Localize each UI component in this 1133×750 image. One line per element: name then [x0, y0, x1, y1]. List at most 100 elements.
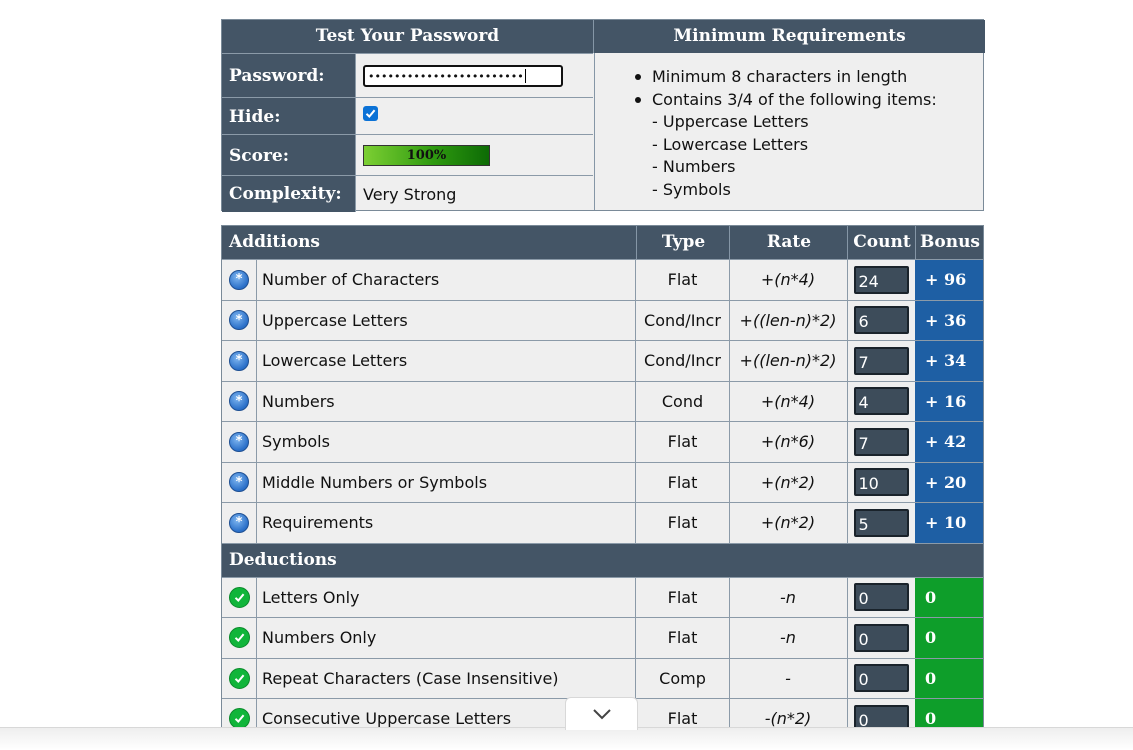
- row-icon-cell: *: [222, 462, 257, 502]
- row-name: Letters Only: [257, 577, 636, 617]
- row-icon-cell: *: [222, 422, 257, 462]
- password-input[interactable]: ••••••••••••••••••••••••: [363, 65, 563, 87]
- row-bonus: + 10: [915, 503, 983, 543]
- row-icon-cell: [222, 658, 257, 698]
- plus-circle-icon[interactable]: *: [229, 512, 249, 533]
- row-icon-cell: *: [222, 381, 257, 421]
- chevron-down-icon: [592, 709, 611, 720]
- requirement-item: Contains 3/4 of the following items:: [652, 89, 937, 109]
- row-bonus: 0: [915, 618, 983, 658]
- count-field[interactable]: 24: [853, 265, 909, 294]
- check-circle-icon[interactable]: [228, 627, 250, 649]
- count-field[interactable]: 0: [853, 623, 909, 652]
- row-icon-cell: *: [222, 260, 257, 300]
- row-bonus: 0: [915, 658, 983, 698]
- row-type: Flat: [636, 618, 730, 658]
- bullet-icon: [635, 74, 641, 80]
- additions-body: * Number of Characters Flat +(n*4) 24 + 96 * Up…: [222, 259, 983, 543]
- count-field[interactable]: 5: [853, 508, 909, 537]
- count-field[interactable]: 0: [853, 664, 909, 693]
- plus-circle-icon[interactable]: *: [229, 472, 249, 493]
- count-field[interactable]: 6: [853, 306, 909, 335]
- row-type: Flat: [636, 503, 730, 543]
- password-row: Password: ••••••••••••••••••••••••: [222, 53, 593, 98]
- password-value: ••••••••••••••••••••••••: [368, 69, 524, 83]
- row-count-cell: 4: [847, 382, 915, 422]
- row-bonus: 0: [915, 577, 983, 617]
- row-rate: +(n*6): [729, 422, 848, 462]
- additions-title: Additions: [229, 232, 321, 252]
- count-field[interactable]: 7: [853, 427, 909, 456]
- row-name: Repeat Characters (Case Insensitive): [257, 658, 636, 698]
- row-count-cell: 0: [847, 659, 915, 699]
- row-bonus: + 16: [915, 381, 983, 421]
- table-row: Repeat Characters (Case Insensitive) Comp…: [222, 657, 983, 699]
- count-header: Count: [847, 226, 916, 259]
- hide-checkbox[interactable]: [363, 106, 378, 121]
- row-type: Flat: [636, 577, 730, 617]
- score-label: Score:: [222, 135, 356, 176]
- scroll-down-button[interactable]: [565, 697, 638, 730]
- plus-circle-icon[interactable]: *: [229, 391, 249, 412]
- check-circle-icon[interactable]: [228, 586, 250, 608]
- additions-header-row: Additions Type Rate Count Bonus: [222, 226, 983, 259]
- row-count-cell: 6: [847, 301, 915, 341]
- page-fold-shadow: [0, 727, 1133, 750]
- hide-row: Hide:: [222, 97, 593, 135]
- plus-circle-icon[interactable]: *: [229, 431, 249, 452]
- row-rate: +(n*4): [729, 260, 848, 300]
- plus-circle-icon[interactable]: *: [229, 350, 249, 371]
- test-password-title: Test Your Password: [222, 20, 593, 53]
- rate-header: Rate: [729, 226, 848, 259]
- count-field[interactable]: 0: [853, 583, 909, 612]
- requirement-item: - Symbols: [652, 179, 731, 199]
- deductions-title: Deductions: [229, 549, 337, 570]
- table-row: Letters Only Flat -n 0 0: [222, 576, 983, 618]
- row-name: Uppercase Letters: [257, 300, 636, 340]
- row-count-cell: 0: [847, 578, 915, 618]
- table-row: * Requirements Flat +(n*2) 5 + 10: [222, 502, 983, 543]
- row-icon-cell: *: [222, 341, 257, 381]
- row-count-cell: 5: [847, 503, 915, 543]
- requirements-list: Minimum 8 characters in length Contains 3…: [594, 53, 983, 210]
- row-type: Comp: [636, 658, 730, 698]
- table-row: * Middle Numbers or Symbols Flat +(n*2) 10 + …: [222, 461, 983, 503]
- table-row: Numbers Only Flat -n 0 0: [222, 617, 983, 658]
- row-rate: +(n*2): [729, 462, 848, 502]
- score-bar: 100%: [363, 145, 490, 166]
- password-test-panel: Test Your Password Minimum Requirements …: [221, 19, 985, 212]
- checkmark-icon: [365, 109, 376, 118]
- score-value: 100%: [406, 148, 447, 163]
- row-icon-cell: [222, 577, 257, 617]
- table-row: * Numbers Cond +(n*4) 4 + 16: [222, 380, 983, 422]
- row-rate: +((len-n)*2): [729, 341, 848, 381]
- row-bonus: + 96: [915, 260, 983, 300]
- complexity-label: Complexity:: [222, 176, 356, 212]
- requirement-item: - Lowercase Letters: [652, 134, 809, 154]
- table-row: * Uppercase Letters Cond/Incr +((len-n)*2) 6…: [222, 299, 983, 341]
- plus-circle-icon[interactable]: *: [229, 269, 249, 290]
- count-field[interactable]: 10: [853, 468, 909, 497]
- row-rate: +(n*2): [729, 503, 848, 543]
- row-name: Middle Numbers or Symbols: [257, 462, 636, 502]
- complexity-value: Very Strong: [363, 184, 457, 204]
- row-count-cell: 7: [847, 341, 915, 381]
- count-field[interactable]: 4: [853, 387, 909, 416]
- table-row: * Lowercase Letters Cond/Incr +((len-n)*2) 7…: [222, 340, 983, 381]
- count-field[interactable]: 7: [853, 346, 909, 375]
- table-row: * Symbols Flat +(n*6) 7 + 42: [222, 421, 983, 462]
- hide-label: Hide:: [222, 98, 356, 135]
- row-count-cell: 7: [847, 422, 915, 462]
- requirement-item: - Numbers: [652, 157, 736, 176]
- score-row: Score: 100%: [222, 134, 593, 176]
- requirement-item: Minimum 8 characters in length: [652, 67, 908, 86]
- row-icon-cell: *: [222, 503, 257, 543]
- row-count-cell: 10: [847, 463, 915, 503]
- check-circle-icon[interactable]: [228, 667, 250, 689]
- row-count-cell: 24: [847, 260, 915, 300]
- row-icon-cell: *: [222, 300, 257, 340]
- bonus-header: Bonus: [915, 226, 984, 259]
- plus-circle-icon[interactable]: *: [229, 310, 249, 331]
- row-name: Number of Characters: [257, 260, 636, 300]
- bullet-icon: [635, 96, 641, 103]
